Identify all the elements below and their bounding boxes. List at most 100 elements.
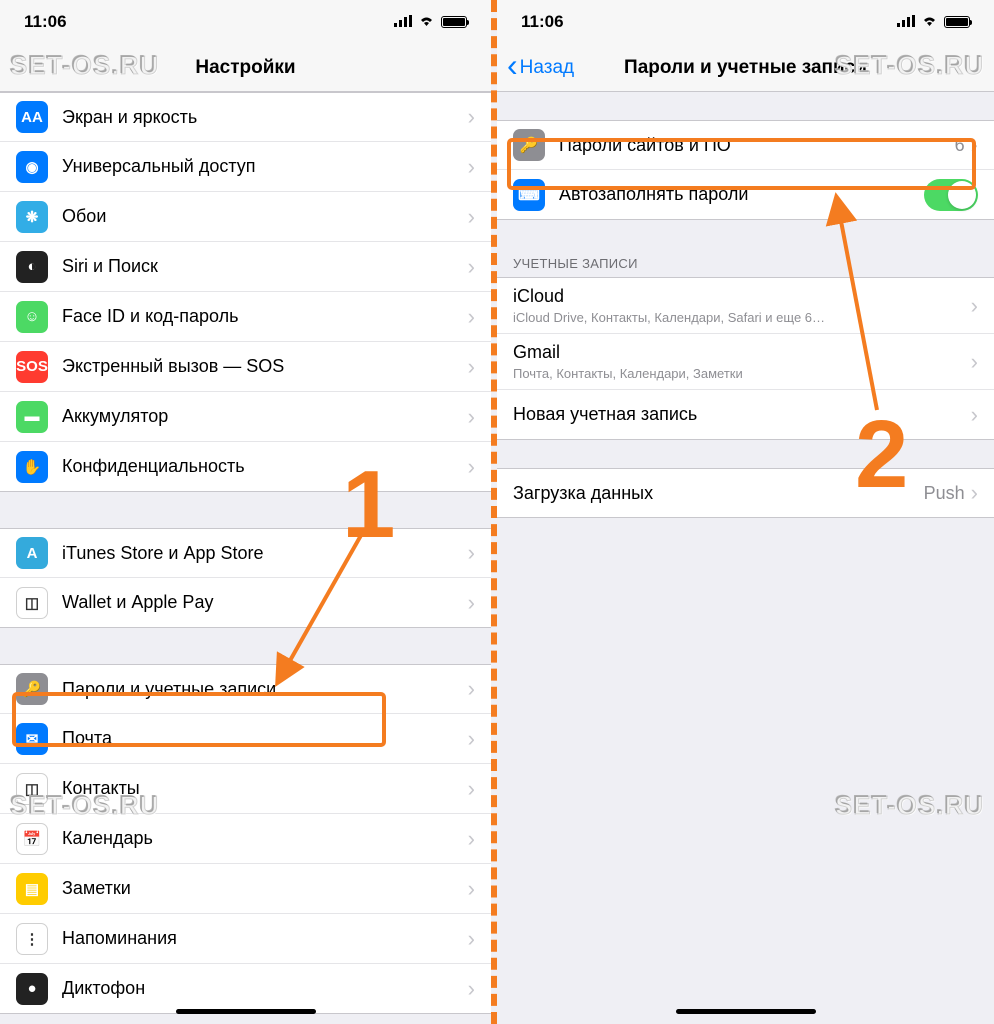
row-label: Экран и яркость: [62, 107, 468, 128]
step-number-1: 1: [342, 450, 395, 560]
settings-group-2: AiTunes Store и App Store›◫Wallet и Appl…: [0, 528, 491, 628]
battery-icon: ▬: [16, 401, 48, 433]
chevron-right-icon: ›: [468, 104, 475, 130]
chevron-right-icon: ›: [468, 826, 475, 852]
row-label: Face ID и код-пароль: [62, 306, 468, 327]
display-brightness-icon: AA: [16, 101, 48, 133]
mail-icon: ✉: [16, 723, 48, 755]
row-label: Напоминания: [62, 928, 468, 949]
faceid-passcode-icon: ☺: [16, 301, 48, 333]
calendar-icon: 📅: [16, 823, 48, 855]
itunes-appstore-row[interactable]: AiTunes Store и App Store›: [0, 528, 491, 578]
autofill-passwords-row[interactable]: ⌨ Автозаполнять пароли: [497, 170, 994, 220]
website-app-passwords-row[interactable]: 🔑 Пароли сайтов и ПО 6 ›: [497, 120, 994, 170]
notes-icon: ▤: [16, 873, 48, 905]
chevron-right-icon: ›: [971, 402, 978, 428]
status-bar: 11:06: [497, 0, 994, 44]
notes-row[interactable]: ▤Заметки›: [0, 864, 491, 914]
chevron-right-icon: ›: [468, 204, 475, 230]
voice-memos-row[interactable]: ●Диктофон›: [0, 964, 491, 1014]
row-label: Экстренный вызов — SOS: [62, 356, 468, 377]
chevron-right-icon: ›: [971, 349, 978, 375]
wallet-applepay-icon: ◫: [16, 587, 48, 619]
accounts-group: iCloud iCloud Drive, Контакты, Календари,…: [497, 277, 994, 440]
display-brightness-row[interactable]: AA Экран и яркость›: [0, 92, 491, 142]
keyboard-icon: ⌨: [513, 179, 545, 211]
privacy-row[interactable]: ✋Конфиденциальность›: [0, 442, 491, 492]
passwords-accounts-row[interactable]: 🔑 Пароли и учетные записи›: [0, 664, 491, 714]
watermark: SET-OS.RU: [10, 50, 159, 81]
row-label: Диктофон: [62, 978, 468, 999]
faceid-passcode-row[interactable]: ☺ Face ID и код-пароль›: [0, 292, 491, 342]
chevron-right-icon: ›: [468, 404, 475, 430]
key-icon: 🔑: [513, 129, 545, 161]
siri-search-row[interactable]: ◐Siri и Поиск›: [0, 242, 491, 292]
row-label: Wallet и Apple Pay: [62, 592, 468, 613]
autofill-toggle[interactable]: [924, 179, 978, 211]
chevron-right-icon: ›: [468, 776, 475, 802]
row-label: Аккумулятор: [62, 406, 468, 427]
chevron-right-icon: ›: [468, 676, 475, 702]
wifi-icon: [418, 12, 435, 32]
page-title: Пароли и учетные записи: [624, 57, 867, 79]
row-label: Универсальный доступ: [62, 156, 468, 177]
page-title: Настройки: [195, 57, 295, 79]
chevron-right-icon: ›: [971, 480, 978, 506]
account-gmail-row[interactable]: Gmail Почта, Контакты, Календари, Заметки…: [497, 334, 994, 390]
fetch-value: Push: [924, 483, 965, 504]
passwords-count: 6: [955, 135, 965, 156]
siri-search-icon: ◐: [16, 251, 48, 283]
emergency-sos-icon: SOS: [16, 351, 48, 383]
watermark: SET-OS.RU: [10, 790, 159, 821]
fetch-new-data-row[interactable]: Загрузка данных Push ›: [497, 468, 994, 518]
passwords-accounts-icon: 🔑: [16, 673, 48, 705]
chevron-right-icon: ›: [468, 154, 475, 180]
battery-icon: [441, 16, 467, 28]
passwords-accounts-pane: 11:06 Назад Пароли и учетные записи 🔑 Па…: [497, 0, 994, 1024]
account-title: Gmail: [513, 342, 971, 363]
home-indicator: [176, 1009, 316, 1014]
wallpaper-row[interactable]: ❋Обои›: [0, 192, 491, 242]
settings-group-1: AAЭкран и яркость›◉Универсальный доступ›…: [0, 92, 491, 492]
row-label: Конфиденциальность: [62, 456, 468, 477]
chevron-right-icon: ›: [468, 926, 475, 952]
row-label: Почта: [62, 728, 468, 749]
accessibility-icon: ◉: [16, 151, 48, 183]
accessibility-row[interactable]: ◉ Универсальный доступ›: [0, 142, 491, 192]
row-label: Обои: [62, 206, 468, 227]
account-icloud-row[interactable]: iCloud iCloud Drive, Контакты, Календари,…: [497, 277, 994, 334]
chevron-right-icon: ›: [468, 726, 475, 752]
account-title: iCloud: [513, 286, 971, 307]
status-bar: 11:06: [0, 0, 491, 44]
signal-icon: [394, 12, 412, 32]
wallet-applepay-row[interactable]: ◫ Wallet и Apple Pay›: [0, 578, 491, 628]
chevron-right-icon: ›: [468, 254, 475, 280]
itunes-appstore-icon: A: [16, 537, 48, 569]
chevron-right-icon: ›: [971, 132, 978, 158]
chevron-right-icon: ›: [468, 304, 475, 330]
battery-icon: [944, 16, 970, 28]
row-label: Автозаполнять пароли: [559, 184, 924, 205]
add-account-row[interactable]: Новая учетная запись›: [497, 390, 994, 440]
accounts-section-header: УЧЕТНЫЕ ЗАПИСИ: [497, 248, 994, 277]
row-label: Календарь: [62, 828, 468, 849]
mail-row[interactable]: ✉ Почта›: [0, 714, 491, 764]
status-time: 11:06: [24, 12, 67, 32]
calendar-row[interactable]: 📅 Календарь›: [0, 814, 491, 864]
settings-group-3: 🔑Пароли и учетные записи›✉Почта›◫Контакт…: [0, 664, 491, 1014]
emergency-sos-row[interactable]: SOSЭкстренный вызов — SOS›: [0, 342, 491, 392]
watermark: SET-OS.RU: [835, 50, 984, 81]
reminders-row[interactable]: ⋮ Напоминания›: [0, 914, 491, 964]
battery-row[interactable]: ▬ Аккумулятор›: [0, 392, 491, 442]
fetch-group: Загрузка данных Push ›: [497, 468, 994, 518]
account-subtitle: Почта, Контакты, Календари, Заметки: [513, 366, 971, 381]
signal-icon: [897, 12, 915, 32]
voice-memos-icon: ●: [16, 973, 48, 1005]
row-label: iTunes Store и App Store: [62, 543, 468, 564]
reminders-icon: ⋮: [16, 923, 48, 955]
passwords-group: 🔑 Пароли сайтов и ПО 6 › ⌨ Автозаполнять…: [497, 120, 994, 220]
row-label: Пароли и учетные записи: [62, 679, 468, 700]
account-subtitle: iCloud Drive, Контакты, Календари, Safar…: [513, 310, 971, 325]
chevron-right-icon: ›: [468, 590, 475, 616]
back-button[interactable]: Назад: [507, 57, 574, 79]
